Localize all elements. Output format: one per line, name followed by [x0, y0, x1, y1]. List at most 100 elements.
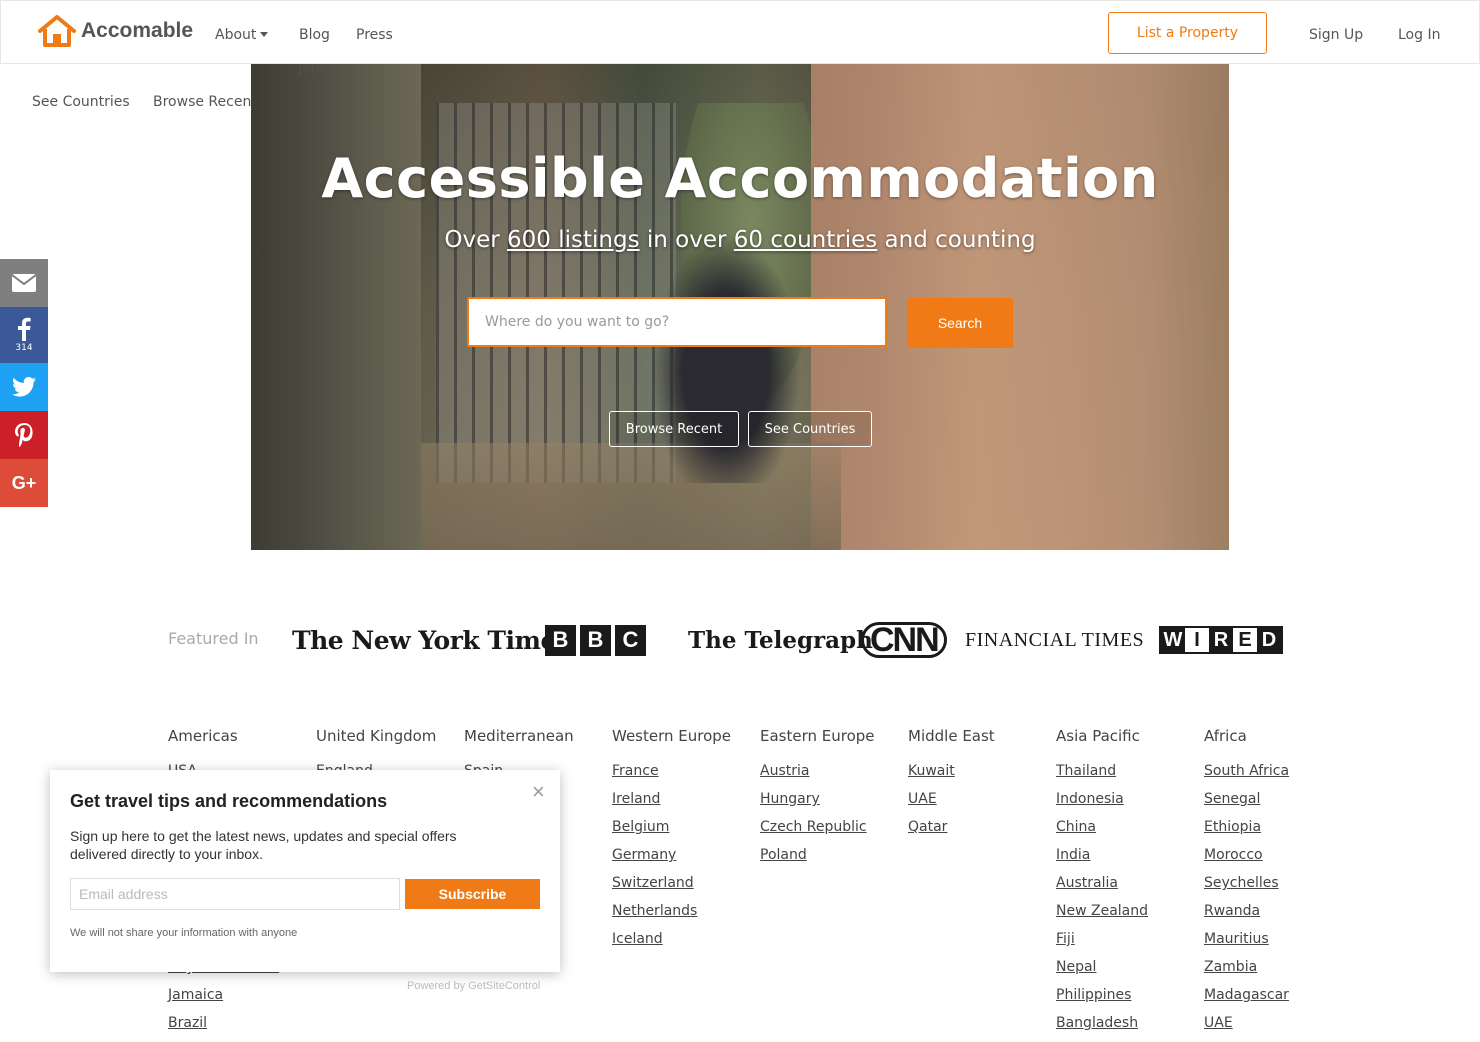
- envelope-icon: [12, 274, 36, 292]
- region-column: Eastern Europe Austria Hungary Czech Republ…: [760, 726, 908, 874]
- list-property-button[interactable]: List a Property: [1108, 12, 1267, 54]
- subnav-see-countries[interactable]: See Countries: [32, 94, 130, 110]
- country-link[interactable]: Kuwait: [908, 762, 1056, 790]
- country-link[interactable]: Thailand: [1056, 762, 1204, 790]
- country-link[interactable]: Ethiopia: [1204, 818, 1352, 846]
- close-icon[interactable]: ×: [532, 779, 545, 805]
- wired-letter: E: [1238, 628, 1252, 651]
- country-link[interactable]: UAE: [908, 790, 1056, 818]
- popup-title: Get travel tips and recommendations: [70, 791, 388, 811]
- country-list: Kuwait UAE Qatar: [908, 762, 1056, 846]
- country-list: Austria Hungary Czech Republic Poland: [760, 762, 908, 874]
- country-link[interactable]: Netherlands: [612, 902, 760, 930]
- see-countries-button[interactable]: See Countries: [748, 411, 872, 447]
- brand-logo[interactable]: Accomable: [37, 14, 193, 48]
- wired-logo: W I R E D: [1159, 620, 1283, 660]
- share-google-plus-button[interactable]: G+: [0, 459, 48, 507]
- share-facebook-button[interactable]: 314: [0, 307, 48, 363]
- share-pinterest-button[interactable]: [0, 411, 48, 459]
- country-link[interactable]: Seychelles: [1204, 874, 1352, 902]
- google-plus-icon: G+: [11, 472, 37, 493]
- hero-sub-in-over: in over: [639, 227, 734, 253]
- country-link[interactable]: Ireland: [612, 790, 760, 818]
- facebook-icon: [18, 317, 31, 341]
- country-link[interactable]: Rwanda: [1204, 902, 1352, 930]
- country-link[interactable]: Jamaica: [168, 986, 316, 1014]
- country-link[interactable]: India: [1056, 846, 1204, 874]
- country-link[interactable]: Hungary: [760, 790, 908, 818]
- nav-about[interactable]: About: [215, 27, 269, 43]
- hero-sub-counting: and counting: [877, 227, 1036, 253]
- country-link[interactable]: Indonesia: [1056, 790, 1204, 818]
- search-button[interactable]: Search: [907, 298, 1013, 348]
- countries-link[interactable]: 60 countries: [734, 227, 877, 253]
- region-heading: Western Europe: [612, 727, 732, 745]
- country-link[interactable]: Austria: [760, 762, 908, 790]
- country-list: Thailand Indonesia China India Australia New …: [1056, 762, 1204, 1042]
- country-link[interactable]: Germany: [612, 846, 760, 874]
- country-link[interactable]: UAE: [1204, 1014, 1352, 1042]
- country-link[interactable]: Nepal: [1056, 958, 1204, 986]
- region-column: Western Europe France Ireland Belgium German…: [612, 726, 760, 958]
- financial-times-logo: FINANCIAL TIMES: [965, 628, 1145, 651]
- nav-blog[interactable]: Blog: [299, 27, 330, 43]
- wired-letter: D: [1257, 628, 1281, 652]
- country-link[interactable]: Senegal: [1204, 790, 1352, 818]
- country-link[interactable]: New Zealand: [1056, 902, 1204, 930]
- brand-name: Accomable: [81, 19, 194, 42]
- country-link[interactable]: Australia: [1056, 874, 1204, 902]
- country-link[interactable]: France: [612, 762, 760, 790]
- country-link[interactable]: Switzerland: [612, 874, 760, 902]
- newsletter-popup: Get travel tips and recommendations × Si…: [50, 770, 560, 972]
- powered-by-link[interactable]: Powered by GetSiteControl: [407, 980, 540, 992]
- nav-press[interactable]: Press: [356, 27, 393, 43]
- wired-letter: W: [1161, 628, 1185, 652]
- region-column: Asia Pacific Thailand Indonesia China India A…: [1056, 726, 1204, 1042]
- destination-search-input[interactable]: [467, 297, 887, 347]
- subnav-browse-recent[interactable]: Browse Recent: [153, 94, 257, 110]
- country-link[interactable]: Zambia: [1204, 958, 1352, 986]
- country-list: South Africa Senegal Ethiopia Morocco Seyche…: [1204, 762, 1352, 1042]
- share-email-button[interactable]: [0, 259, 48, 307]
- facebook-share-count: 314: [15, 343, 33, 353]
- country-link[interactable]: Brazil: [168, 1014, 316, 1042]
- popup-description: Sign up here to get the latest news, upd…: [70, 828, 457, 862]
- listings-link[interactable]: 600 listings: [507, 227, 640, 253]
- nav-about-label: About: [215, 27, 257, 43]
- pinterest-icon: [15, 423, 33, 447]
- wired-letter: I: [1194, 628, 1200, 651]
- country-link[interactable]: Bangladesh: [1056, 1014, 1204, 1042]
- browse-recent-button[interactable]: Browse Recent: [609, 411, 739, 447]
- country-link[interactable]: Qatar: [908, 818, 1056, 846]
- cnn-logo: CNN: [861, 620, 947, 660]
- country-link[interactable]: Madagascar: [1204, 986, 1352, 1014]
- top-navbar: Accomable About Blog Press List a Proper…: [0, 0, 1480, 64]
- country-link[interactable]: South Africa: [1204, 762, 1352, 790]
- country-link[interactable]: Czech Republic: [760, 818, 908, 846]
- country-link[interactable]: Mauritius: [1204, 930, 1352, 958]
- email-field[interactable]: [70, 878, 400, 910]
- region-heading: Eastern Europe: [760, 727, 875, 745]
- country-link[interactable]: Poland: [760, 846, 908, 874]
- bbc-letter: C: [615, 624, 646, 656]
- country-link[interactable]: Belgium: [612, 818, 760, 846]
- country-link[interactable]: Fiji: [1056, 930, 1204, 958]
- bbc-logo: B B C: [545, 620, 646, 660]
- region-column: Middle East Kuwait UAE Qatar: [908, 726, 1056, 846]
- region-heading: United Kingdom: [316, 727, 437, 745]
- wired-logo-box: W I R E D: [1159, 626, 1283, 654]
- country-link[interactable]: Philippines: [1056, 986, 1204, 1014]
- cnn-logo-text: CNN: [861, 622, 947, 658]
- sign-up-link[interactable]: Sign Up: [1309, 27, 1363, 43]
- region-heading: Africa: [1204, 727, 1247, 745]
- country-link[interactable]: Morocco: [1204, 846, 1352, 874]
- bbc-letter: B: [580, 624, 611, 656]
- hero-sub-over: Over: [444, 227, 508, 253]
- log-in-link[interactable]: Log In: [1398, 27, 1440, 43]
- region-heading: Mediterranean: [464, 727, 574, 745]
- country-link[interactable]: Iceland: [612, 930, 760, 958]
- subscribe-button[interactable]: Subscribe: [405, 879, 540, 909]
- country-link[interactable]: China: [1056, 818, 1204, 846]
- share-twitter-button[interactable]: [0, 363, 48, 411]
- region-heading: Middle East: [908, 727, 995, 745]
